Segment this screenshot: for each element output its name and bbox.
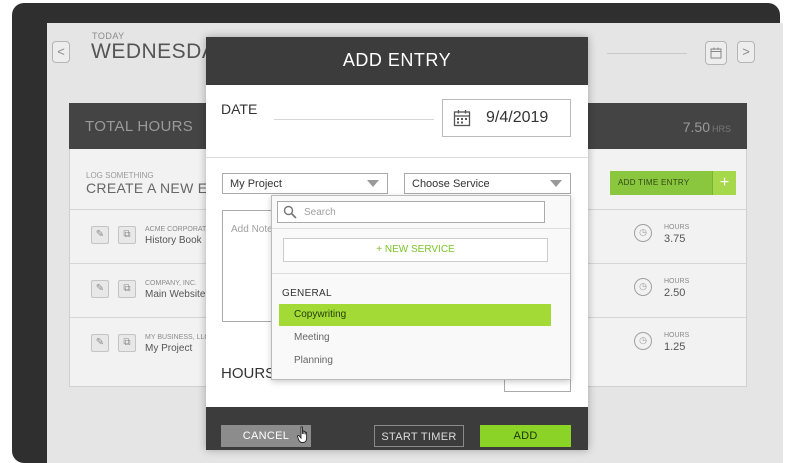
total-hours-value: 7.50 HRS [683,119,731,135]
stopwatch-icon[interactable]: ◷ [634,224,652,242]
calendar-icon [710,47,722,59]
entry-hours-value: 1.25 [664,341,686,353]
start-timer-button[interactable]: START TIMER [374,425,464,447]
entry-hours-label: HOURS [664,224,690,231]
modal-footer: CANCEL START TIMER ADD [206,407,588,450]
service-option-meeting[interactable]: Meeting [279,327,551,349]
service-select-value: Choose Service [412,178,490,190]
new-service-button[interactable]: + NEW SERVICE [283,238,548,262]
date-label: DATE [221,101,258,117]
duplicate-icon[interactable]: ⧉ [118,280,136,298]
add-time-entry-label: ADD TIME ENTRY [618,178,690,187]
total-hours-label: TOTAL HOURS [85,118,194,135]
project-select-value: My Project [230,178,282,190]
caret-down-icon [550,180,562,187]
caret-down-icon [367,180,379,187]
entry-company: ACME CORPORATI [145,226,209,233]
edit-icon[interactable]: ✎ [91,334,109,352]
entry-hours-label: HOURS [664,332,690,339]
notes-textarea[interactable]: Add Note [222,210,276,322]
hours-label: HOURS [221,365,276,382]
entry-project: My Project [145,343,193,354]
next-day-button[interactable]: > [737,41,755,63]
entry-hours-value: 2.50 [664,287,686,299]
date-value: 9/4/2019 [486,109,549,126]
chevron-right-icon: > [742,44,750,59]
calendar-icon [453,110,471,127]
hand-cursor-icon [297,426,308,443]
log-something-label: LOG SOMETHING [86,171,154,180]
entry-hours-value: 3.75 [664,233,686,245]
total-hours-number: 7.50 [682,119,710,135]
service-group-label: GENERAL [282,288,332,299]
notes-placeholder: Add Note [231,224,273,235]
date-field[interactable]: 9/4/2019 [442,99,571,137]
plus-icon: + [712,171,736,195]
service-option-copywriting[interactable]: Copywriting [279,304,551,326]
entry-company: COMPANY, INC. [145,280,197,287]
edit-icon[interactable]: ✎ [91,280,109,298]
stopwatch-icon[interactable]: ◷ [634,278,652,296]
dropdown-divider [272,228,570,229]
duplicate-icon[interactable]: ⧉ [118,226,136,244]
header-divider [607,53,687,54]
calendar-button[interactable] [705,41,727,65]
search-icon [283,205,297,219]
modal-divider [206,157,588,158]
create-entry-label[interactable]: CREATE A NEW EN [86,180,218,196]
total-hours-unit: HRS [711,124,731,134]
service-dropdown: Search + NEW SERVICE GENERAL Copywriting… [271,195,571,380]
modal-header: ADD ENTRY [206,37,588,85]
date-divider [274,119,434,120]
add-time-entry-button[interactable]: ADD TIME ENTRY + [610,171,736,195]
service-select[interactable]: Choose Service [404,173,571,194]
duplicate-icon[interactable]: ⧉ [118,334,136,352]
project-select[interactable]: My Project [222,173,388,194]
edit-icon[interactable]: ✎ [91,226,109,244]
entry-hours-label: HOURS [664,278,690,285]
stopwatch-icon[interactable]: ◷ [634,332,652,350]
dropdown-divider [272,273,570,274]
service-search-input[interactable]: Search [277,201,545,223]
add-button[interactable]: ADD [480,425,571,447]
search-placeholder: Search [304,207,336,218]
prev-day-button[interactable]: < [52,41,70,63]
entry-project: Main Website [145,289,206,300]
service-option-planning[interactable]: Planning [279,350,551,372]
chevron-left-icon: < [57,44,65,59]
entry-project: History Book [145,235,202,246]
modal-title: ADD ENTRY [342,50,452,70]
entry-company: MY BUSINESS, LLC [145,334,210,341]
